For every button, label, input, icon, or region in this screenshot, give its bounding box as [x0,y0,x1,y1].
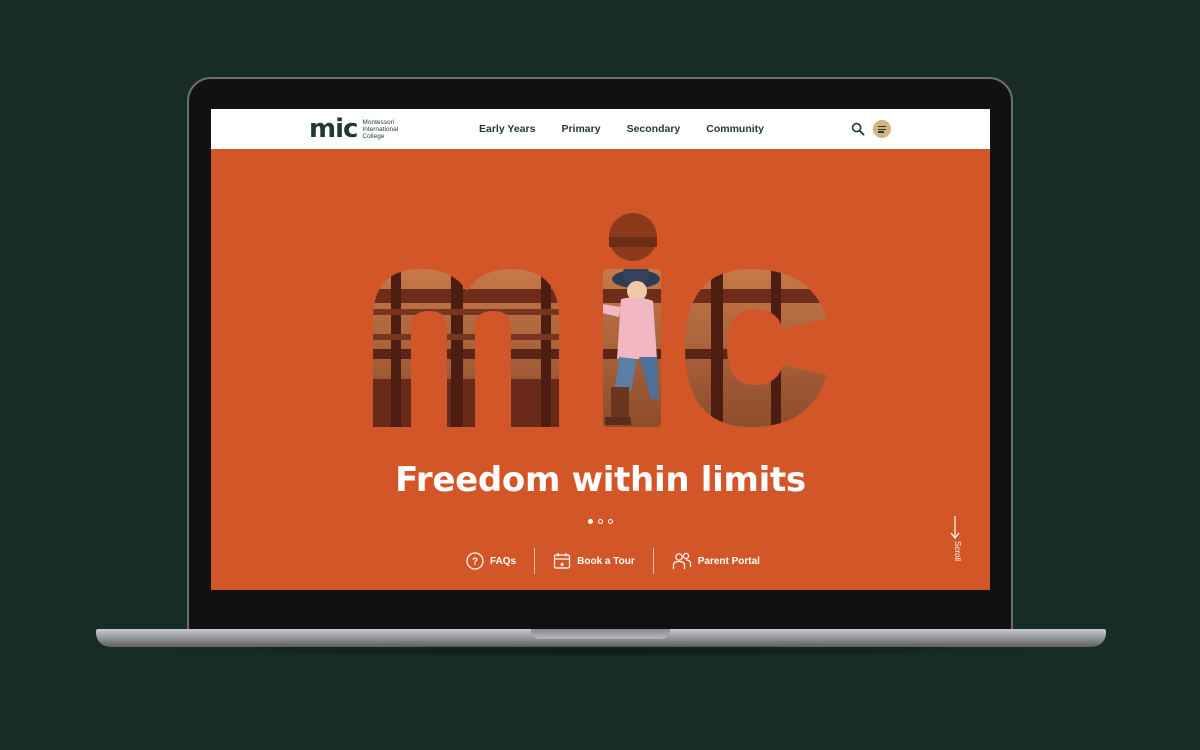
slider-dot-1[interactable] [588,519,593,524]
parent-portal-label: Parent Portal [697,555,760,567]
scroll-label[interactable]: Scroll [948,541,962,571]
svg-text:★: ★ [559,561,565,569]
nav-item-early-years[interactable]: Early Years [479,123,535,135]
question-icon: ? [466,552,484,570]
site-logo[interactable]: mic Montessori International College [309,115,412,143]
svg-text:?: ? [472,557,478,568]
nav-item-secondary[interactable]: Secondary [627,123,681,135]
menu-icon[interactable] [873,120,891,138]
logo-subtitle: Montessori International College [362,118,399,140]
hero-headline: Freedom within limits [395,460,806,500]
slider-dot-3[interactable] [608,519,613,524]
slider-dot-2[interactable] [598,519,603,524]
parent-portal-link[interactable]: Parent Portal [654,552,778,570]
faqs-label: FAQs [490,555,517,567]
book-tour-label: Book a Tour [577,555,635,567]
quick-links: ? FAQs ★ Book a Tour Parent Portal [448,546,778,576]
people-icon [672,552,691,569]
book-tour-link[interactable]: ★ Book a Tour [535,552,653,570]
calendar-icon: ★ [554,553,571,569]
search-icon[interactable] [851,122,865,136]
laptop-notch [531,629,670,639]
nav-item-community[interactable]: Community [706,123,764,135]
slider-dots [588,519,613,524]
logo-wordmark: mic [309,114,358,144]
hero-graphic [373,213,827,427]
laptop-shadow [140,645,1060,657]
hero-photo [373,269,827,427]
main-nav: Early Years Primary Secondary Community [479,109,764,149]
website-screen: mic Montessori International College Ear… [211,109,990,590]
faqs-link[interactable]: ? FAQs [448,552,534,570]
nav-item-primary[interactable]: Primary [561,123,600,135]
site-header: mic Montessori International College Ear… [211,109,990,149]
